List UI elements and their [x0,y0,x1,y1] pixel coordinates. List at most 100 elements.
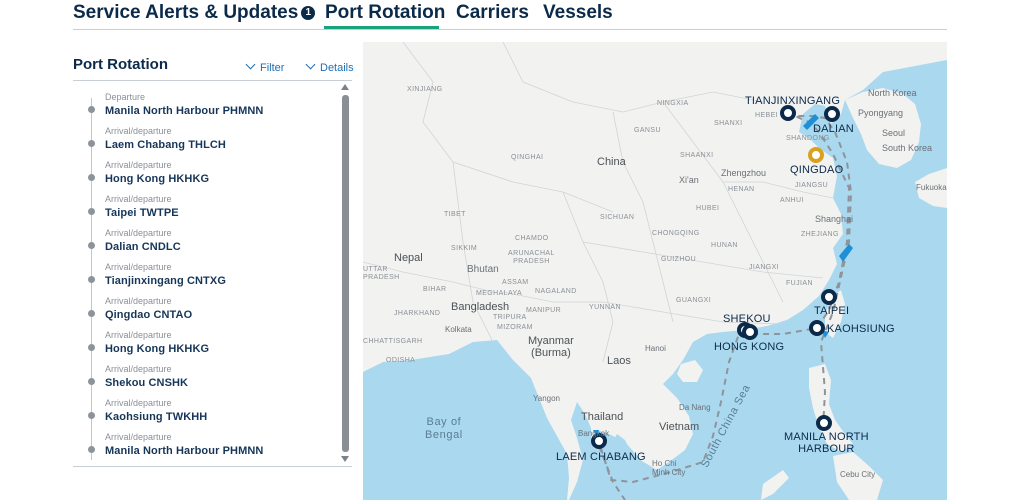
map-label-assam: ASSAM [502,279,529,286]
map-label-anhui: ANHUI [780,197,804,204]
map-label-china: China [597,156,626,168]
list-item[interactable]: Arrival/departure Taipei TWTPE [85,190,335,224]
port-marker-dalian [824,106,840,122]
stop-type: Arrival/departure [105,228,172,238]
port-label-shekou[interactable]: SHEKOU [723,313,771,325]
map-label-nepal: Nepal [394,252,423,264]
tab-label: Port Rotation [325,2,446,23]
scroll-down-arrow[interactable] [341,456,349,462]
map-label-xinjiang: XINJIANG [407,86,443,93]
map-label-guizhou: GUIZHOU [661,256,697,263]
list-item[interactable]: Arrival/departure Kaohsiung TWKHH [85,394,335,428]
list-item[interactable]: Arrival/departure Hong Kong HKHKG [85,326,335,360]
route-map[interactable]: China Nepal Bhutan Bangladesh Myanmar (B… [363,42,947,500]
stop-name: Hong Kong HKHKG [105,173,210,185]
stop-marker [88,412,95,419]
map-label-jiangxi: JIANGXI [749,264,780,271]
stop-type: Arrival/departure [105,432,172,442]
port-label-qingdao[interactable]: QINGDAO [790,164,843,176]
list-item[interactable]: Arrival/departure Qingdao CNTAO [85,292,335,326]
map-label-seoul: Seoul [882,128,906,138]
map-label-da-nang: Da Nang [679,403,711,412]
list-item[interactable]: Arrival/departure Tianjinxingang CNTXG [85,258,335,292]
stop-type: Arrival/departure [105,364,172,374]
map-label-odisha: ODISHA [386,357,416,364]
port-marker-kaohsiung [809,320,825,336]
map-label-pyongyang: Pyongyang [858,108,904,118]
map-label-tibet: TIBET [444,211,466,218]
map-label-bangladesh: Bangladesh [451,301,510,313]
stop-name: Taipei TWTPE [105,207,179,219]
map-label-sichuan: SICHUAN [600,214,635,221]
stop-type: Arrival/departure [105,398,172,408]
map-label-mizoram: MIZORAM [497,324,533,331]
tab-port-rotation[interactable]: Port Rotation [325,2,445,24]
list-item[interactable]: Arrival/departure Manila North Harbour P… [85,428,335,462]
port-label-dalian[interactable]: DALIAN [813,123,854,135]
stop-name: Qingdao CNTAO [105,309,193,321]
map-label-guangxi: GUANGXI [676,297,712,304]
map-label-chhattisgarh: CHHATTISGARH [363,338,423,345]
tab-label: Vessels [543,2,613,23]
list-item[interactable]: Arrival/departure Hong Kong HKHKG [85,156,335,190]
port-marker-hong-kong [742,324,758,340]
chevron-down-icon [245,59,256,70]
map-label-qinghai: QINGHAI [511,154,544,161]
port-label-taipei[interactable]: TAIPEI [814,305,849,317]
map-label-bay-of-bengal: Bay of Bengal [425,416,463,441]
land-palawan [761,470,789,500]
stop-type: Arrival/departure [105,160,172,170]
map-label-zhengzhou: Zhengzhou [721,168,767,178]
stop-name: Manila North Harbour PHMNN [105,105,264,117]
port-marker-taipei [821,289,837,305]
panel-divider [73,80,352,81]
map-label-laos: Laos [607,355,631,367]
tab-bar: Service Alerts & Updates 1 Port Rotation … [73,0,947,30]
panel-bottom-divider [73,466,352,467]
map-label-kolkata: Kolkata [445,325,472,334]
map-label-north-korea: North Korea [868,88,917,98]
port-label-tianjinxingang[interactable]: TIANJINXINGANG [745,95,840,107]
port-label-laem-chabang[interactable]: LAEM CHABANG [556,451,646,463]
stop-marker [88,276,95,283]
tab-carriers[interactable]: Carriers [456,2,529,24]
active-tab-indicator [324,26,439,29]
tab-label: Carriers [456,2,529,23]
map-label-yangon: Yangon [533,394,560,403]
map-label-zhejiang: ZHEJIANG [801,231,839,238]
map-label-vietnam: Vietnam [659,421,700,433]
map-label-shandong: SHANDONG [786,135,830,142]
map-label-shanxi: SHANXI [714,120,743,127]
list-item[interactable]: Departure Manila North Harbour PHMNN [85,88,335,122]
list-item[interactable]: Arrival/departure Dalian CNDLC [85,224,335,258]
port-label-manila[interactable]: MANILA NORTH HARBOUR [784,431,869,455]
stop-type: Arrival/departure [105,330,172,340]
vessel-marker [839,244,853,262]
map-label-shaanxi: SHAANXI [680,152,714,159]
map-label-hubei: HUBEI [696,205,720,212]
stop-name: Manila North Harbour PHMNN [105,445,264,457]
stop-type: Arrival/departure [105,126,172,136]
map-label-hunan: HUNAN [711,242,738,249]
stop-marker [88,140,95,147]
filter-button[interactable]: Filter [245,59,285,74]
stop-type: Arrival/departure [105,262,172,272]
map-label-hanoi: Hanoi [645,344,666,353]
stop-type: Arrival/departure [105,194,172,204]
port-label-kaohsiung[interactable]: KAOHSIUNG [827,323,895,335]
stop-name: Hong Kong HKHKG [105,343,210,355]
stop-marker [88,446,95,453]
scroll-up-arrow[interactable] [341,84,349,90]
tab-vessels[interactable]: Vessels [543,2,613,24]
tab-service-alerts[interactable]: Service Alerts & Updates 1 [73,2,316,24]
map-label-fujian: FUJIAN [786,280,813,287]
list-item[interactable]: Arrival/departure Laem Chabang THLCH [85,122,335,156]
tab-label: Service Alerts & Updates [73,2,299,23]
map-label-nagaland: NAGALAND [535,288,577,295]
port-label-hong-kong[interactable]: HONG KONG [714,341,784,353]
scrollbar-thumb[interactable] [342,95,349,452]
map-label-henan: HENAN [728,186,755,193]
filter-label: Filter [260,62,285,74]
details-button[interactable]: Details [305,59,354,74]
list-item[interactable]: Arrival/departure Shekou CNSHK [85,360,335,394]
